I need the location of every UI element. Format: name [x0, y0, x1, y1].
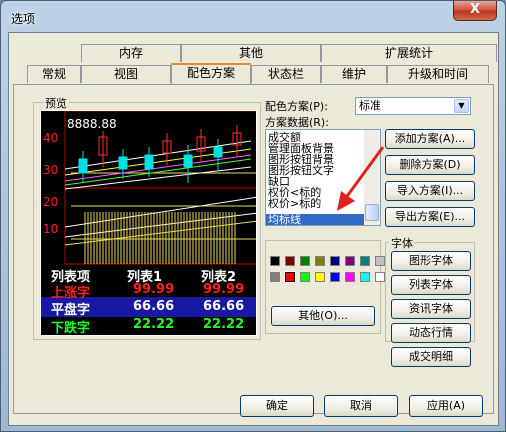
options-dialog: 选项 X 内存 其他 扩展统计 常规 视图 配色方案 状态栏 维护 升级和时间 … — [0, 0, 506, 432]
tab-memory[interactable]: 内存 — [81, 44, 181, 62]
close-button[interactable]: X — [453, 1, 497, 21]
add-scheme-button[interactable]: 添加方案(A)... — [385, 129, 475, 149]
dynamic-quote-button[interactable]: 动态行情 — [391, 323, 471, 343]
apply-button[interactable]: 应用(A) — [409, 395, 483, 417]
font-group-label: 字体 — [389, 235, 415, 251]
color-swatch[interactable] — [345, 272, 355, 282]
row-flat-v1: 66.66 — [133, 299, 175, 314]
axis-label-40: 40 — [43, 131, 59, 145]
other-color-button[interactable]: 其他(O)... — [271, 306, 375, 326]
tab-maintenance[interactable]: 维护 — [321, 65, 387, 83]
list-item-selected[interactable]: 均标线 — [266, 214, 364, 225]
color-swatch[interactable] — [375, 272, 385, 282]
row-down-v1: 22.22 — [133, 317, 175, 332]
row-down-v2: 22.22 — [203, 317, 245, 332]
color-swatch[interactable] — [360, 256, 370, 266]
list-item[interactable]: 权价>标的 — [268, 198, 321, 209]
axis-label-10: 10 — [43, 222, 59, 236]
color-swatch[interactable] — [285, 256, 295, 266]
ok-button[interactable]: 确定 — [240, 395, 314, 417]
scheme-data-list[interactable]: 成交额 管理面板背景 图形按钮背景 图形按钮文字 缺口 权价<标的 权价>标的 … — [265, 129, 381, 226]
tab-other[interactable]: 其他 — [181, 44, 321, 62]
axis-label-30: 30 — [43, 163, 59, 177]
scheme-select[interactable]: 标准 ▼ — [355, 97, 471, 115]
row-flat-label: 平盘字 — [51, 303, 91, 318]
row-up-v2: 99.99 — [203, 282, 245, 297]
color-swatch[interactable] — [270, 256, 280, 266]
scrollbar-thumb[interactable] — [365, 204, 379, 221]
export-scheme-button[interactable]: 导出方案(E)... — [385, 207, 475, 227]
color-swatch[interactable] — [360, 272, 370, 282]
tab-general[interactable]: 常规 — [27, 65, 81, 83]
color-swatch[interactable] — [375, 256, 385, 266]
row-flat-v2: 66.66 — [203, 299, 245, 314]
trade-detail-button[interactable]: 成交明细 — [391, 347, 471, 367]
list-scrollbar[interactable] — [364, 130, 380, 225]
color-swatch[interactable] — [315, 256, 325, 266]
preview-price-label: 8888.88 — [67, 117, 117, 131]
delete-scheme-button[interactable]: 删除方案(D) — [385, 155, 475, 175]
color-swatch[interactable] — [270, 272, 280, 282]
color-swatch[interactable] — [315, 272, 325, 282]
color-swatch[interactable] — [345, 256, 355, 266]
axis-label-20: 20 — [43, 195, 59, 209]
cancel-button[interactable]: 取消 — [324, 395, 398, 417]
tab-view[interactable]: 视图 — [81, 65, 171, 83]
color-swatch[interactable] — [300, 256, 310, 266]
list-font-button[interactable]: 列表字体 — [391, 275, 471, 295]
scheme-select-value: 标准 — [359, 99, 381, 112]
row-up-v1: 99.99 — [133, 282, 175, 297]
preview-panel: 8888.88 40 30 20 10 列表项 列表1 列表2 上涨字 99.9… — [40, 110, 257, 336]
chart-font-button[interactable]: 图形字体 — [391, 251, 471, 271]
color-swatch[interactable] — [330, 272, 340, 282]
tab-color-scheme[interactable]: 配色方案 — [171, 63, 251, 84]
tab-status-bar[interactable]: 状态栏 — [251, 65, 321, 83]
scheme-label: 配色方案(P): — [265, 100, 328, 113]
scheme-data-label: 方案数据(R): — [265, 116, 329, 129]
tab-extended-stats[interactable]: 扩展统计 — [321, 44, 497, 62]
preview-group-label: 预览 — [43, 95, 69, 111]
title-bar[interactable]: 选项 X — [1, 1, 505, 33]
window-title: 选项 — [11, 12, 36, 26]
color-swatch[interactable] — [300, 272, 310, 282]
info-font-button[interactable]: 资讯字体 — [391, 299, 471, 319]
color-swatch[interactable] — [330, 256, 340, 266]
row-down-label: 下跌字 — [51, 321, 91, 336]
import-scheme-button[interactable]: 导入方案(I)... — [385, 181, 475, 201]
color-swatch[interactable] — [284, 271, 296, 283]
chevron-down-icon[interactable]: ▼ — [454, 99, 469, 113]
tab-upgrade-time[interactable]: 升级和时间 — [387, 65, 489, 83]
